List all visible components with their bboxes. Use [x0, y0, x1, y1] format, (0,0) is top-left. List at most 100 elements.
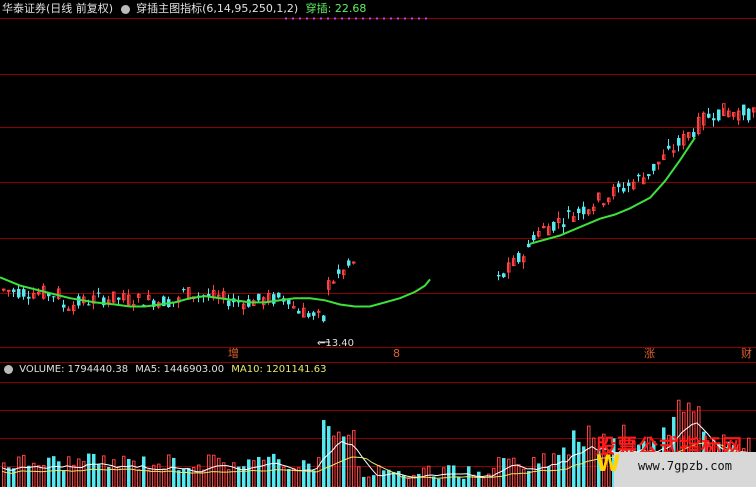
candle-body	[17, 288, 21, 298]
volume-bar	[292, 467, 296, 487]
volume-bar	[382, 470, 386, 487]
candle-body	[52, 296, 56, 298]
candle-body	[527, 243, 531, 248]
candle-body	[667, 145, 671, 149]
volume-bar	[142, 456, 146, 487]
candle-body	[307, 313, 311, 317]
volume-bar	[477, 471, 481, 487]
volume-bar	[257, 456, 261, 487]
candle-body	[22, 289, 26, 297]
candle-body	[297, 310, 301, 314]
watermark: 股票公式指标网 W www.7gpzb.com	[596, 430, 756, 487]
volume-bar	[132, 460, 136, 487]
volume-bar	[37, 465, 41, 487]
candle-body	[637, 174, 641, 177]
candle-body	[337, 269, 341, 274]
volume-bar	[407, 478, 411, 487]
candle-body	[322, 315, 326, 322]
candle-body	[747, 108, 751, 121]
volume-bar	[377, 465, 381, 487]
volume-bar	[262, 459, 266, 487]
volume-bar	[12, 468, 16, 487]
candle-body	[97, 292, 101, 294]
volume-bar	[587, 425, 591, 487]
volume-bar	[247, 459, 251, 487]
volume-bar	[502, 458, 506, 487]
volume-bar	[572, 430, 576, 487]
candle-body	[62, 304, 66, 308]
candle-body	[182, 289, 186, 291]
low-label: ←13.40	[317, 338, 354, 349]
volume-bar	[42, 464, 46, 487]
volume-bar	[72, 464, 76, 487]
volume-bar	[82, 461, 86, 487]
volume-bar	[197, 464, 201, 487]
volume-bar	[182, 468, 186, 487]
candle-body	[352, 261, 356, 264]
price-chart[interactable]: ←13.40 增 8 涨 财	[0, 0, 756, 362]
candle-body	[577, 208, 581, 214]
candle-body	[712, 118, 716, 121]
volume-bar	[52, 456, 56, 487]
volume-bar	[452, 465, 456, 487]
volume-bar	[312, 470, 316, 487]
volume-bar	[347, 434, 351, 487]
volume-bar	[517, 464, 521, 487]
volume-bar	[367, 476, 371, 487]
volume-bar	[327, 426, 331, 487]
candle-body	[517, 253, 521, 263]
volume-bar	[562, 447, 566, 487]
candle-body	[12, 289, 16, 293]
volume-bar	[147, 469, 151, 487]
volume-bar	[387, 469, 391, 487]
watermark-w: W	[596, 452, 621, 477]
candle-body	[7, 289, 11, 292]
candle-body	[312, 312, 316, 316]
event-label-cai: 财	[741, 346, 752, 360]
volume-bar	[152, 464, 156, 487]
candle-body	[622, 187, 626, 192]
candle-body	[562, 224, 566, 228]
candle-body	[227, 300, 231, 306]
candle-body	[317, 310, 321, 313]
candle-body	[647, 174, 651, 177]
volume-bar	[62, 470, 66, 487]
volume-bar	[322, 420, 326, 487]
candle-body	[677, 138, 681, 146]
candle-body	[287, 299, 291, 305]
candle-body	[347, 260, 351, 266]
volume-bar	[462, 478, 466, 487]
volume-bar	[157, 463, 161, 487]
volume-bar	[92, 453, 96, 487]
volume-bar	[417, 473, 421, 487]
candle-body	[652, 163, 656, 171]
candle-body	[77, 296, 81, 306]
volume-bar	[102, 455, 106, 487]
volume-bar	[207, 454, 211, 487]
volume-bar	[127, 459, 131, 487]
event-label-zeng: 增	[228, 346, 239, 360]
event-label-marker: 8	[393, 347, 400, 360]
candle-body	[617, 183, 621, 188]
volume-bar	[547, 466, 551, 487]
volume-bar	[337, 431, 341, 487]
candle-body	[502, 273, 506, 278]
candle-body	[567, 210, 571, 212]
volume-bar	[267, 456, 271, 487]
event-label-zhang: 涨	[644, 347, 655, 360]
volume-bar	[362, 476, 366, 487]
volume-bar	[317, 457, 321, 487]
volume-bar	[482, 477, 486, 487]
candle-body	[717, 109, 721, 121]
volume-bar	[592, 437, 596, 487]
volume-bar	[187, 467, 191, 487]
volume-bar	[287, 468, 291, 487]
candle-body	[742, 104, 746, 116]
candle-body	[87, 304, 91, 306]
candle-body	[582, 206, 586, 215]
volume-bar	[77, 458, 81, 487]
volume-bar	[27, 465, 31, 487]
watermark-url: www.7gpzb.com	[638, 459, 732, 473]
candle-body	[692, 132, 696, 137]
volume-bar	[302, 460, 306, 487]
